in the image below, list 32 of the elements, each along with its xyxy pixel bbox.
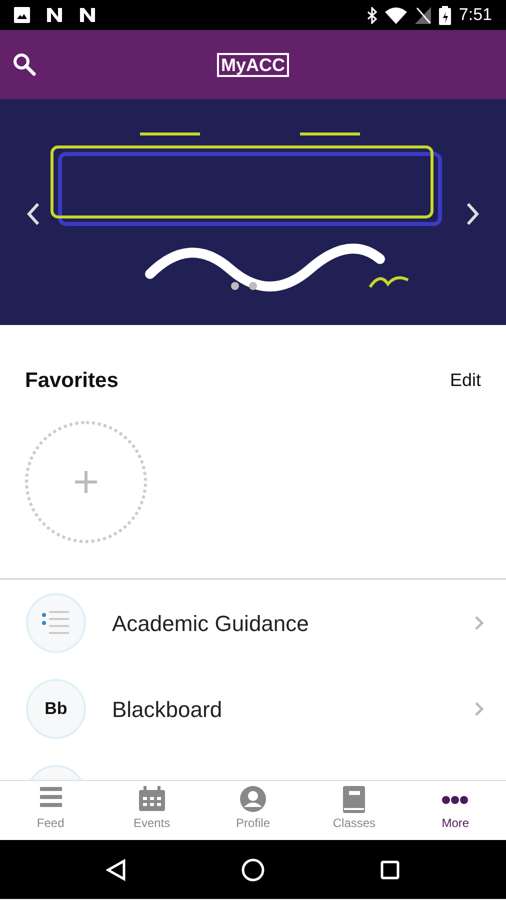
bluetooth-icon [366, 6, 377, 24]
clock-time: 7:51 [458, 4, 492, 26]
search-icon [12, 52, 36, 76]
tab[interactable]: Profile [202, 781, 304, 840]
chevron-right-icon [474, 615, 484, 631]
tab[interactable]: Feed [0, 781, 102, 840]
search-button[interactable] [12, 52, 36, 77]
tab[interactable]: More [404, 781, 506, 840]
chevron-left-icon [26, 202, 40, 226]
list-item[interactable]: Academic Guidance [0, 580, 506, 666]
tab[interactable]: Classes [304, 781, 405, 840]
tab[interactable]: Events [101, 781, 202, 840]
battery-icon [438, 6, 451, 24]
chevron-right-icon [466, 202, 480, 226]
profile-icon [238, 785, 268, 814]
home-button[interactable] [240, 858, 265, 882]
recents-button[interactable] [380, 860, 400, 880]
app-logo: MyACC [217, 52, 289, 76]
list-item[interactable]: Bb Blackboard [0, 666, 506, 752]
section-title: Favorites [25, 368, 118, 394]
more-icon [441, 795, 470, 805]
chevron-right-icon [474, 701, 484, 717]
plus-icon [75, 470, 97, 492]
image-notification-icon [14, 7, 30, 23]
n-notification-icon [79, 7, 96, 23]
item-icon: Bb [26, 679, 86, 739]
calendar-icon [136, 785, 167, 814]
no-signal-icon [414, 6, 431, 24]
n-notification-icon [46, 7, 63, 23]
back-button[interactable] [106, 858, 126, 880]
edit-button[interactable]: Edit [450, 367, 481, 394]
wifi-icon [384, 6, 407, 24]
